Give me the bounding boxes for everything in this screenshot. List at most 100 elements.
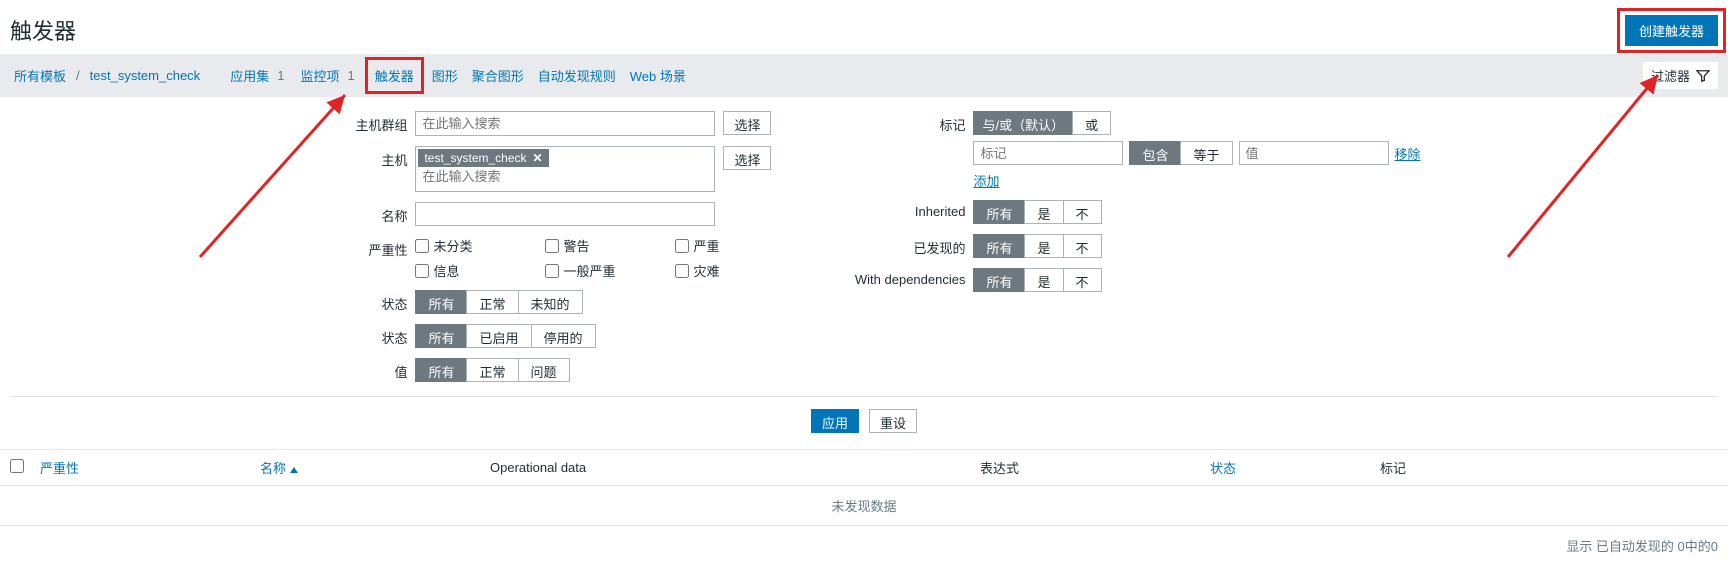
label-state: 状态 [307, 290, 407, 313]
host-chip-label: test_system_check [424, 151, 526, 165]
label-tags: 标记 [835, 111, 965, 134]
value-all[interactable]: 所有 [415, 358, 467, 382]
severity-checkbox[interactable] [675, 239, 689, 253]
inherited-group: 所有 是 不 [973, 200, 1101, 224]
severity-checkbox[interactable] [415, 239, 429, 253]
reset-button[interactable]: 重设 [869, 409, 917, 433]
nav-template-name[interactable]: test_system_check [86, 66, 205, 85]
tag-mode-group: 与/或（默认） 或 [973, 111, 1420, 135]
discovered-group: 所有 是 不 [973, 234, 1101, 258]
hostgroup-multiselect[interactable] [415, 111, 715, 136]
filter-col-right: 标记 与/或（默认） 或 包含 等于 移除 [835, 111, 1420, 382]
filter-icon [1696, 69, 1710, 83]
tag-add-link[interactable]: 添加 [973, 171, 999, 190]
withdep-group: 所有 是 不 [973, 268, 1101, 292]
col-status[interactable]: 状态 [1210, 458, 1380, 477]
nav-all-templates[interactable]: 所有模板 [10, 64, 70, 87]
select-all-checkbox[interactable] [10, 459, 24, 473]
tag-op-group: 包含 等于 [1129, 141, 1232, 165]
tag-mode-andor[interactable]: 与/或（默认） [973, 111, 1073, 135]
nav-tab-screens[interactable]: 聚合图形 [468, 64, 528, 87]
col-expression: 表达式 [980, 458, 1210, 477]
discovered-yes[interactable]: 是 [1024, 234, 1063, 258]
label-name: 名称 [307, 202, 407, 225]
page-header: 触发器 创建触发器 [0, 0, 1728, 54]
severity-checkbox[interactable] [545, 239, 559, 253]
nav-tab-triggers[interactable]: 触发器 [375, 69, 414, 84]
hostgroup-input[interactable] [418, 114, 712, 133]
filter-toggle-label: 过滤器 [1651, 66, 1690, 85]
tag-op-contains[interactable]: 包含 [1129, 141, 1181, 165]
value-problem[interactable]: 问题 [518, 358, 570, 382]
status-disabled[interactable]: 停用的 [531, 324, 596, 348]
create-trigger-button[interactable]: 创建触发器 [1625, 15, 1718, 46]
host-chip: test_system_check ✕ [418, 149, 548, 167]
tag-mode-or[interactable]: 或 [1072, 111, 1111, 135]
withdep-no[interactable]: 不 [1063, 268, 1102, 292]
nav-count-appset: 1 [277, 68, 284, 83]
severity-option[interactable]: 警告 [545, 236, 655, 255]
severity-option[interactable]: 一般严重 [545, 261, 655, 280]
host-input[interactable] [418, 167, 712, 186]
discovered-no[interactable]: 不 [1063, 234, 1102, 258]
host-select-button[interactable]: 选择 [723, 146, 771, 170]
severity-option[interactable]: 信息 [415, 261, 525, 280]
severity-checkbox[interactable] [545, 264, 559, 278]
state-all[interactable]: 所有 [415, 290, 467, 314]
label-withdep: With dependencies [835, 268, 965, 287]
col-opdata: Operational data [490, 460, 980, 475]
severity-option[interactable]: 严重 [675, 236, 785, 255]
state-normal[interactable]: 正常 [466, 290, 518, 314]
tag-remove-link[interactable]: 移除 [1395, 144, 1421, 163]
hostgroup-select-button[interactable]: 选择 [723, 111, 771, 135]
results-table: 严重性 名称 Operational data 表达式 状态 标记 未发现数据 … [0, 449, 1728, 565]
nav-tab-graphs[interactable]: 图形 [428, 64, 462, 87]
tag-name-input[interactable] [973, 141, 1123, 165]
label-host: 主机 [307, 146, 407, 169]
filter-col-left: 主机群组 选择 主机 test_system_check ✕ 选择 名称 [307, 111, 785, 382]
severity-option[interactable]: 灾难 [675, 261, 785, 280]
nav-bar: 所有模板 / test_system_check 应用集 1 监控项 1 触发器… [0, 54, 1728, 97]
status-enabled[interactable]: 已启用 [466, 324, 531, 348]
state-group: 所有 正常 未知的 [415, 290, 582, 314]
nav-count-items: 1 [347, 68, 354, 83]
state-unknown[interactable]: 未知的 [518, 290, 583, 314]
nav-tab-web[interactable]: Web 场景 [626, 64, 690, 87]
tag-value-input[interactable] [1239, 141, 1389, 165]
status-all[interactable]: 所有 [415, 324, 467, 348]
inherited-no[interactable]: 不 [1063, 200, 1102, 224]
col-severity[interactable]: 严重性 [40, 458, 260, 477]
label-value: 值 [307, 358, 407, 381]
host-chip-remove[interactable]: ✕ [533, 151, 543, 165]
withdep-yes[interactable]: 是 [1024, 268, 1063, 292]
label-hostgroup: 主机群组 [307, 111, 407, 134]
tag-op-equals[interactable]: 等于 [1180, 141, 1232, 165]
table-footer: 显示 已自动发现的 0中的0 [0, 526, 1728, 565]
label-discovered: 已发现的 [835, 234, 965, 257]
severity-option[interactable]: 未分类 [415, 236, 525, 255]
severity-checkbox[interactable] [415, 264, 429, 278]
host-multiselect[interactable]: test_system_check ✕ [415, 146, 715, 192]
value-ok[interactable]: 正常 [466, 358, 518, 382]
apply-button[interactable]: 应用 [811, 409, 859, 433]
withdep-all[interactable]: 所有 [973, 268, 1025, 292]
nav-tab-discovery[interactable]: 自动发现规则 [534, 64, 620, 87]
status-group: 所有 已启用 停用的 [415, 324, 595, 348]
no-data-row: 未发现数据 [0, 486, 1728, 526]
label-severity: 严重性 [307, 236, 407, 259]
nav-tab-items[interactable]: 监控项 [296, 64, 343, 87]
value-group: 所有 正常 问题 [415, 358, 569, 382]
col-name[interactable]: 名称 [260, 458, 490, 477]
inherited-all[interactable]: 所有 [973, 200, 1025, 224]
page-title: 触发器 [10, 14, 76, 46]
table-header-row: 严重性 名称 Operational data 表达式 状态 标记 [0, 450, 1728, 486]
inherited-yes[interactable]: 是 [1024, 200, 1063, 224]
name-input[interactable] [415, 202, 715, 226]
label-status: 状态 [307, 324, 407, 347]
filter-toggle[interactable]: 过滤器 [1643, 62, 1718, 89]
filter-panel: 主机群组 选择 主机 test_system_check ✕ 选择 名称 [0, 97, 1728, 449]
discovered-all[interactable]: 所有 [973, 234, 1025, 258]
nav-tab-appset[interactable]: 应用集 [226, 64, 273, 87]
severity-grid: 未分类 警告 严重 信息 一般严重 灾难 [415, 236, 785, 280]
severity-checkbox[interactable] [675, 264, 689, 278]
